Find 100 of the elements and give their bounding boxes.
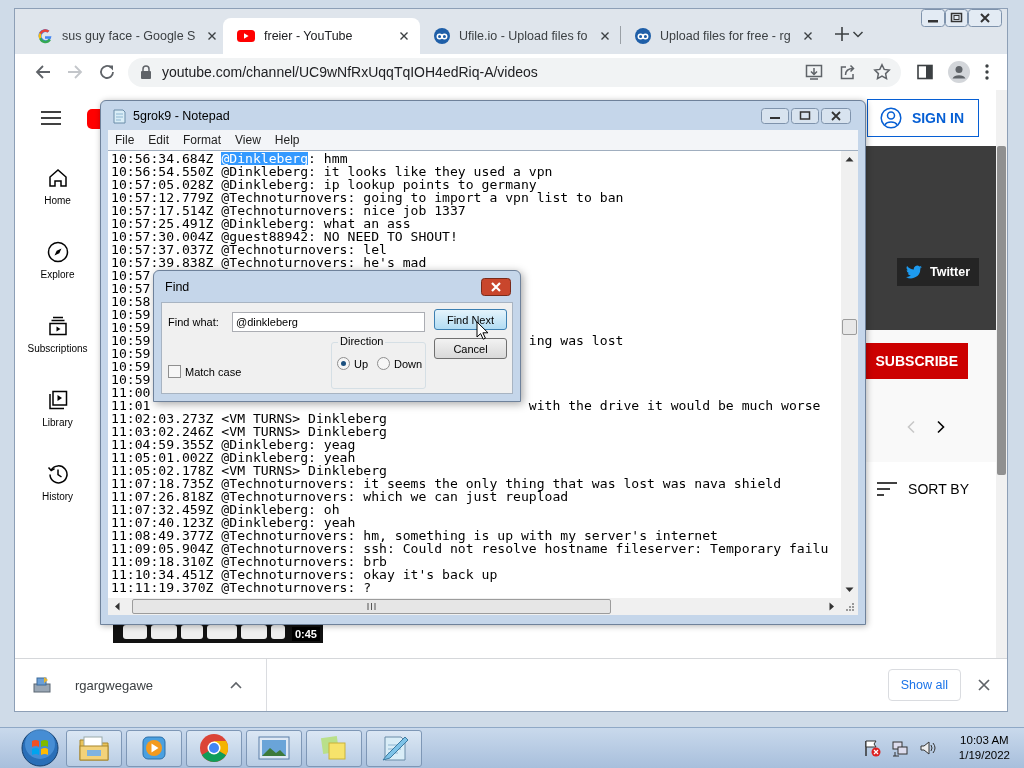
text-line: 10:57 <box>111 282 151 295</box>
taskbar-button[interactable] <box>126 729 182 767</box>
show-all-button[interactable]: Show all <box>887 669 961 701</box>
network-icon[interactable] <box>890 739 909 757</box>
text-line: 11:09:05.904Z @Technoturnovers: ssh: Could not resolve hostname fileserver: Temporary failu <box>111 542 829 555</box>
start-button[interactable] <box>20 728 60 768</box>
text-line: 11:01 <box>111 399 151 412</box>
lock-icon <box>140 65 152 79</box>
text-line: 11:07:18.735Z @Technoturnovers: it seems the only thing that was lost was nava shield <box>111 477 782 490</box>
text-line: 10:57:30.004Z @guest88942: NO NEED TO SHOUT! <box>111 230 458 243</box>
install-icon[interactable] <box>805 63 823 81</box>
text-line: ing was lost <box>528 334 624 347</box>
arrow-right-icon[interactable] <box>829 602 835 611</box>
browser-tab[interactable]: sus guy face - Google S <box>23 18 223 54</box>
taskbar-button[interactable] <box>186 729 242 767</box>
radio-label[interactable]: Up <box>354 357 369 370</box>
reload-icon[interactable] <box>98 63 116 81</box>
share-icon[interactable] <box>839 63 857 81</box>
menu-item[interactable]: File <box>108 133 142 147</box>
sort-button[interactable]: SORT BY <box>877 480 969 497</box>
minimize-button[interactable] <box>761 107 789 124</box>
sidebar-item[interactable]: Home <box>15 167 100 241</box>
menu-item[interactable]: Format <box>176 133 229 147</box>
browser-tab[interactable]: Ufile.io - Upload files fo <box>420 18 620 54</box>
download-item[interactable]: rgargwegawe <box>33 659 268 711</box>
vertical-scrollbar[interactable] <box>841 151 858 598</box>
play-icon[interactable] <box>139 734 169 762</box>
cancel-button[interactable]: Cancel <box>434 338 507 359</box>
star-icon[interactable] <box>873 63 891 81</box>
radio-label[interactable]: Down <box>394 357 423 370</box>
sidebar-item[interactable]: Library <box>15 389 100 463</box>
side-panel-icon[interactable] <box>916 63 934 81</box>
sidebar-item[interactable]: Explore <box>15 241 100 315</box>
chrome-icon[interactable] <box>199 733 229 763</box>
account-icon <box>879 107 902 129</box>
profile-icon[interactable] <box>948 61 970 83</box>
radio-button[interactable] <box>337 357 350 370</box>
browser-tab[interactable]: freier - YouTube <box>223 18 420 54</box>
sign-in-button[interactable]: SIGN IN <box>866 99 979 137</box>
maximize-button[interactable] <box>945 9 968 27</box>
checkbox[interactable] <box>168 365 181 378</box>
back-icon[interactable] <box>34 63 52 81</box>
taskbar-button[interactable] <box>246 729 302 767</box>
text-line: 10:56:54.550Z @Dinkleberg: it looks like they used a vpn <box>111 165 553 178</box>
cloud-icon <box>635 28 651 44</box>
arrow-up-icon[interactable] <box>845 156 854 162</box>
new-tab-icon[interactable] <box>833 25 851 43</box>
url-text: youtube.com/channel/UC9wNfRxUqqTqIOH4edRiq-A/videos <box>162 64 538 80</box>
address-bar[interactable]: youtube.com/channel/UC9wNfRxUqqTqIOH4edRiq-A/videos <box>128 57 901 87</box>
photo-icon[interactable] <box>257 735 291 761</box>
maximize-button[interactable] <box>791 107 819 124</box>
find-next-button[interactable]: Find Next <box>434 309 507 330</box>
home-icon <box>46 167 69 189</box>
group-label: Direction <box>338 335 386 347</box>
text-line: 11:05:01.002Z @Dinkleberg: yeah <box>111 451 356 464</box>
taskbar-button[interactable] <box>66 729 122 767</box>
subscribe-button[interactable]: SUBSCRIBE <box>865 343 968 379</box>
scrollbar[interactable] <box>996 90 1007 658</box>
action-center-icon[interactable] <box>862 739 881 757</box>
arrow-left-icon[interactable] <box>114 602 120 611</box>
folder-icon[interactable] <box>78 734 110 762</box>
bird-icon <box>905 265 922 279</box>
sidebar-item[interactable]: History <box>15 463 100 537</box>
video-duration: 0:45 <box>291 627 320 641</box>
close-button[interactable] <box>481 277 511 296</box>
close-button[interactable] <box>821 107 851 124</box>
text-line: 11:05:02.178Z <VM TURNS> Dinkleberg <box>111 464 387 477</box>
text-line: 10:59 <box>111 308 151 321</box>
menu-icon[interactable] <box>41 110 61 126</box>
close-icon[interactable] <box>977 678 991 692</box>
search-field[interactable]: @dinkleberg <box>232 311 425 332</box>
scroll-thumb[interactable] <box>132 599 611 614</box>
text-line: 11:07:40.123Z @Dinkleberg: yeah <box>111 516 356 529</box>
menu-icon[interactable] <box>984 63 990 81</box>
scroll-thumb[interactable] <box>842 319 857 335</box>
notepad-icon <box>111 107 127 124</box>
twitter-link[interactable]: Twitter <box>896 258 979 286</box>
text-line: 10:59 <box>111 334 151 347</box>
notepad-icon[interactable] <box>379 733 409 763</box>
logo-icon[interactable] <box>87 109 100 129</box>
text-line: 11:00 <box>111 386 151 399</box>
arrow-down-icon[interactable] <box>845 587 854 593</box>
field-label: Find what: <box>168 315 220 328</box>
chevron-right-icon[interactable] <box>936 420 946 434</box>
volume-icon[interactable] <box>918 739 937 757</box>
caret-up-icon[interactable] <box>230 681 243 689</box>
menu-item[interactable]: Help <box>267 133 307 147</box>
browser-tab[interactable]: Upload files for free - rg <box>621 18 821 54</box>
menu-item[interactable]: View <box>228 133 268 147</box>
clock-time[interactable]: 10:03 AM <box>960 733 1009 748</box>
clock-date[interactable]: 1/19/2022 <box>958 748 1010 763</box>
menu-item[interactable]: Edit <box>141 133 177 147</box>
radio-button[interactable] <box>377 357 391 370</box>
size-grip-icon[interactable] <box>845 602 855 612</box>
checkbox-label[interactable]: Match case <box>185 365 242 378</box>
sidebar-item[interactable]: Subscriptions <box>15 315 100 389</box>
taskbar-button[interactable] <box>366 729 422 767</box>
close-button[interactable] <box>968 9 1002 27</box>
cloud-icon <box>434 28 450 44</box>
minimize-button[interactable] <box>921 9 945 27</box>
